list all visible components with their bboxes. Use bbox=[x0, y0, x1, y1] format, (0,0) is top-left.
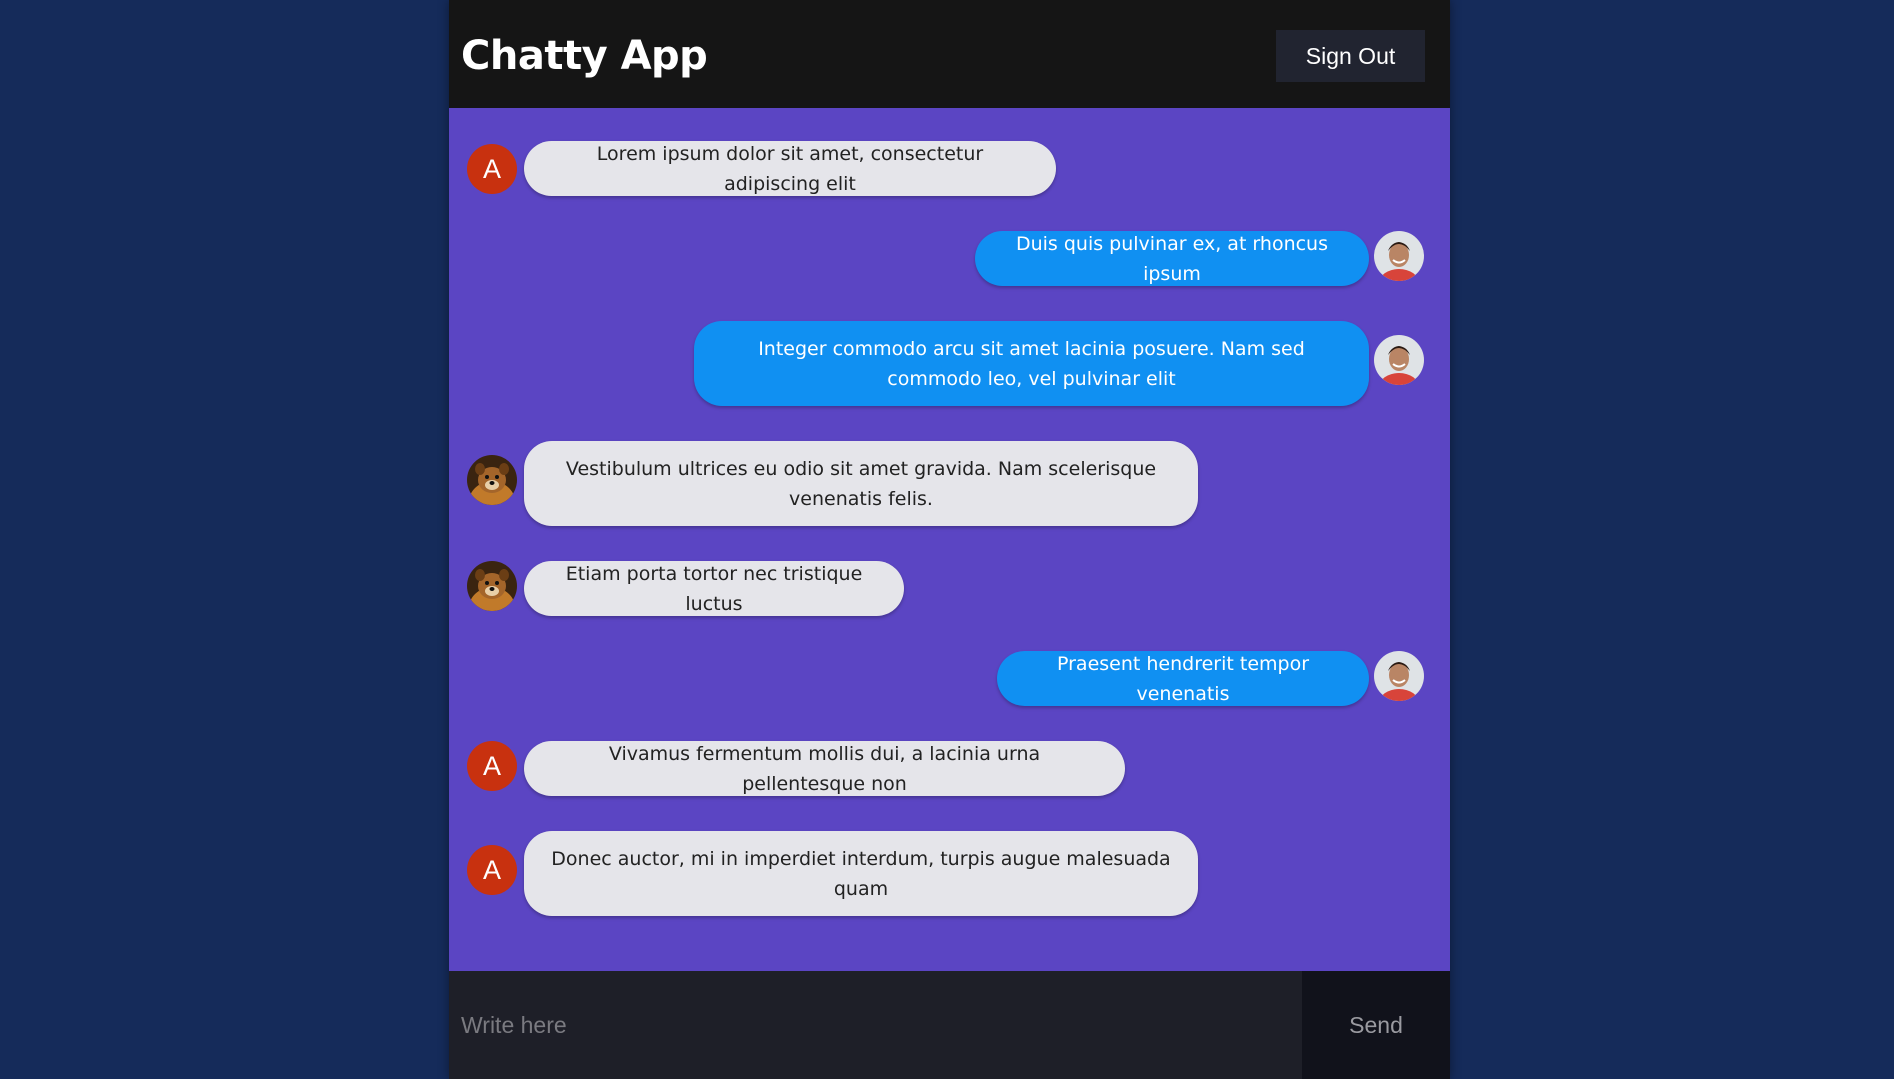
message-row: A Vivamus fermentum mollis dui, a lacini… bbox=[449, 741, 1450, 796]
message-row: A Lorem ipsum dolor sit amet, consectetu… bbox=[449, 141, 1450, 196]
message-row: Vestibulum ultrices eu odio sit amet gra… bbox=[449, 441, 1450, 526]
message-bubble: Integer commodo arcu sit amet lacinia po… bbox=[694, 321, 1369, 406]
message-row: Praesent hendrerit tempor venenatis bbox=[449, 651, 1450, 706]
avatar: A bbox=[467, 144, 517, 194]
user-photo-avatar bbox=[1374, 335, 1424, 385]
app-title: Chatty App bbox=[461, 33, 708, 79]
message-composer: Send bbox=[449, 971, 1450, 1079]
message-bubble: Duis quis pulvinar ex, at rhoncus ipsum bbox=[975, 231, 1369, 286]
user-photo-avatar bbox=[1374, 651, 1424, 701]
dog-photo-avatar bbox=[467, 455, 517, 505]
avatar: A bbox=[467, 845, 517, 895]
chat-app: Chatty App Sign Out A Lorem ipsum dolor … bbox=[449, 0, 1450, 1079]
message-bubble: Lorem ipsum dolor sit amet, consectetur … bbox=[524, 141, 1056, 196]
message-list: A Lorem ipsum dolor sit amet, consectetu… bbox=[449, 108, 1450, 971]
message-input[interactable] bbox=[449, 971, 1302, 1079]
message-bubble: Donec auctor, mi in imperdiet interdum, … bbox=[524, 831, 1198, 916]
message-bubble: Praesent hendrerit tempor venenatis bbox=[997, 651, 1369, 706]
message-bubble: Vestibulum ultrices eu odio sit amet gra… bbox=[524, 441, 1198, 526]
send-button[interactable]: Send bbox=[1302, 971, 1450, 1079]
message-bubble: Vivamus fermentum mollis dui, a lacinia … bbox=[524, 741, 1125, 796]
message-row: Integer commodo arcu sit amet lacinia po… bbox=[449, 321, 1450, 406]
sign-out-button[interactable]: Sign Out bbox=[1276, 30, 1425, 82]
user-photo-avatar bbox=[1374, 231, 1424, 281]
message-row: Duis quis pulvinar ex, at rhoncus ipsum bbox=[449, 231, 1450, 286]
message-bubble: Etiam porta tortor nec tristique luctus bbox=[524, 561, 904, 616]
app-header: Chatty App Sign Out bbox=[449, 0, 1450, 108]
avatar: A bbox=[467, 741, 517, 791]
message-row: Etiam porta tortor nec tristique luctus bbox=[449, 561, 1450, 616]
message-row: A Donec auctor, mi in imperdiet interdum… bbox=[449, 831, 1450, 916]
dog-photo-avatar bbox=[467, 561, 517, 611]
